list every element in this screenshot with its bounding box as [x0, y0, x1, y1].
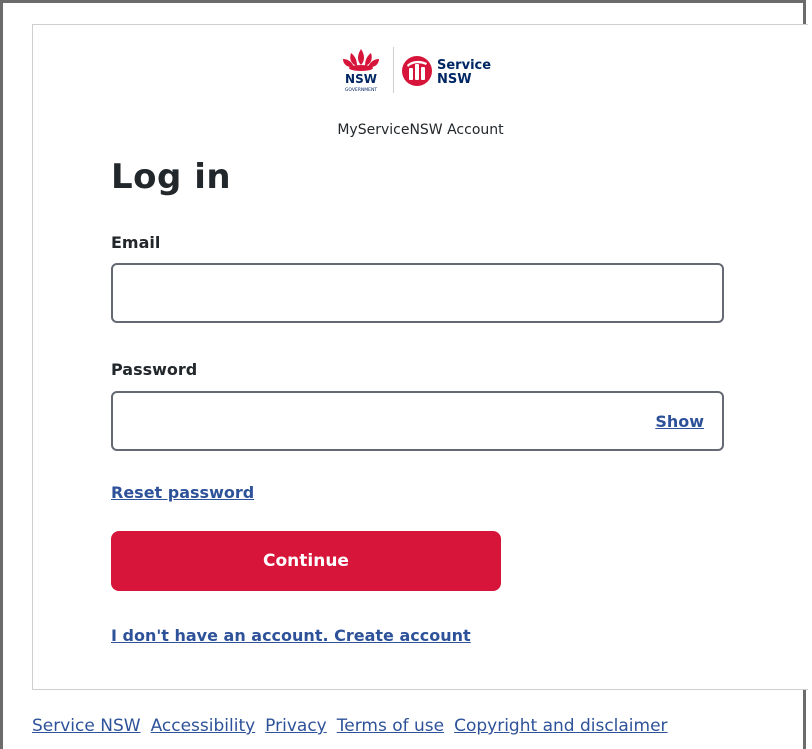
- footer-link-service-nsw[interactable]: Service NSW: [32, 716, 141, 736]
- email-field-box[interactable]: [111, 263, 724, 323]
- login-card: NSW GOVERNMENT Service NSW MyServiceNSW …: [32, 24, 808, 690]
- email-field[interactable]: [113, 265, 722, 321]
- service-nsw-logo-icon: Service NSW: [402, 56, 491, 87]
- continue-button[interactable]: Continue: [111, 531, 501, 591]
- reset-password-link[interactable]: Reset password: [111, 483, 254, 502]
- footer-links: Service NSW Accessibility Privacy Terms of …: [32, 716, 678, 736]
- password-label: Password: [111, 360, 198, 379]
- brand-header: NSW GOVERNMENT Service NSW MyServiceNSW …: [33, 45, 808, 138]
- account-title: MyServiceNSW Account: [337, 122, 504, 138]
- footer-link-privacy[interactable]: Privacy: [265, 716, 327, 736]
- password-field-box[interactable]: Show: [111, 391, 724, 451]
- footer-link-accessibility[interactable]: Accessibility: [151, 716, 256, 736]
- svg-text:NSW: NSW: [437, 72, 472, 87]
- footer-link-copyright[interactable]: Copyright and disclaimer: [454, 716, 667, 736]
- nsw-waratah-logo-icon: NSW GOVERNMENT: [343, 49, 379, 93]
- svg-text:Service: Service: [437, 58, 491, 73]
- create-account-link[interactable]: I don't have an account. Create account: [111, 626, 471, 645]
- svg-text:NSW: NSW: [345, 72, 377, 86]
- password-field[interactable]: [113, 393, 722, 449]
- footer-link-terms-of-use[interactable]: Terms of use: [337, 716, 444, 736]
- logo-group: NSW GOVERNMENT Service NSW: [333, 45, 533, 97]
- email-label: Email: [111, 233, 161, 252]
- svg-text:GOVERNMENT: GOVERNMENT: [345, 87, 377, 93]
- show-password-button[interactable]: Show: [655, 412, 704, 431]
- logo-divider: [393, 47, 394, 93]
- page-title: Log in: [111, 157, 232, 197]
